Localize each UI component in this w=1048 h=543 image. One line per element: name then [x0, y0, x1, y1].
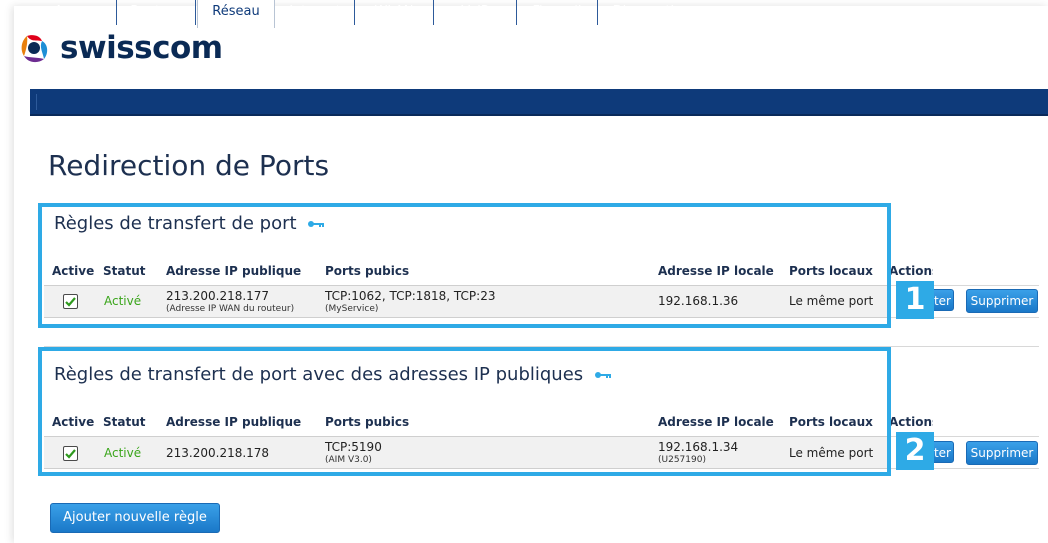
tab-wlan[interactable]: WLAN — [355, 0, 434, 25]
tab-voip[interactable]: VoIP — [434, 0, 517, 25]
tab-routeur[interactable]: Routeur — [117, 0, 196, 25]
callout-badge: 2 — [896, 432, 934, 470]
add-rule-button[interactable]: Ajouter nouvelle règle — [50, 503, 220, 533]
swisscom-logo[interactable]: swisscom — [18, 30, 223, 66]
tab-label: VoIP — [461, 4, 489, 19]
brand-name: swisscom — [60, 30, 223, 66]
nav-separator — [36, 94, 37, 110]
tab-label: Diagnostic — [612, 4, 682, 19]
tab-internet[interactable]: Internet — [276, 0, 355, 25]
delete-button[interactable]: Supprimer — [966, 289, 1038, 313]
callout-badge: 1 — [896, 281, 934, 319]
tab-label: Aperçu — [54, 4, 100, 19]
page-title: Redirection de Ports — [48, 149, 330, 182]
tab-label: Routeur — [130, 4, 182, 19]
tab-firewall[interactable]: Firewall — [517, 0, 598, 25]
highlight-frame — [38, 203, 891, 328]
tab-diagnostic[interactable]: Diagnostic — [598, 0, 696, 25]
col-actions: Actions — [889, 415, 933, 429]
main-nav — [30, 89, 1048, 116]
delete-button[interactable]: Supprimer — [966, 441, 1038, 465]
tab-reseau[interactable]: Réseau — [197, 0, 275, 28]
tab-apercu[interactable]: Aperçu — [38, 0, 117, 25]
tab-label: Firewall — [532, 4, 582, 19]
tab-label: Internet — [289, 4, 341, 19]
swisscom-logo-icon — [21, 35, 48, 63]
col-actions: Actions — [889, 264, 933, 278]
tab-label: WLAN — [374, 4, 414, 19]
tab-label: Réseau — [212, 4, 260, 19]
highlight-frame — [38, 347, 891, 476]
